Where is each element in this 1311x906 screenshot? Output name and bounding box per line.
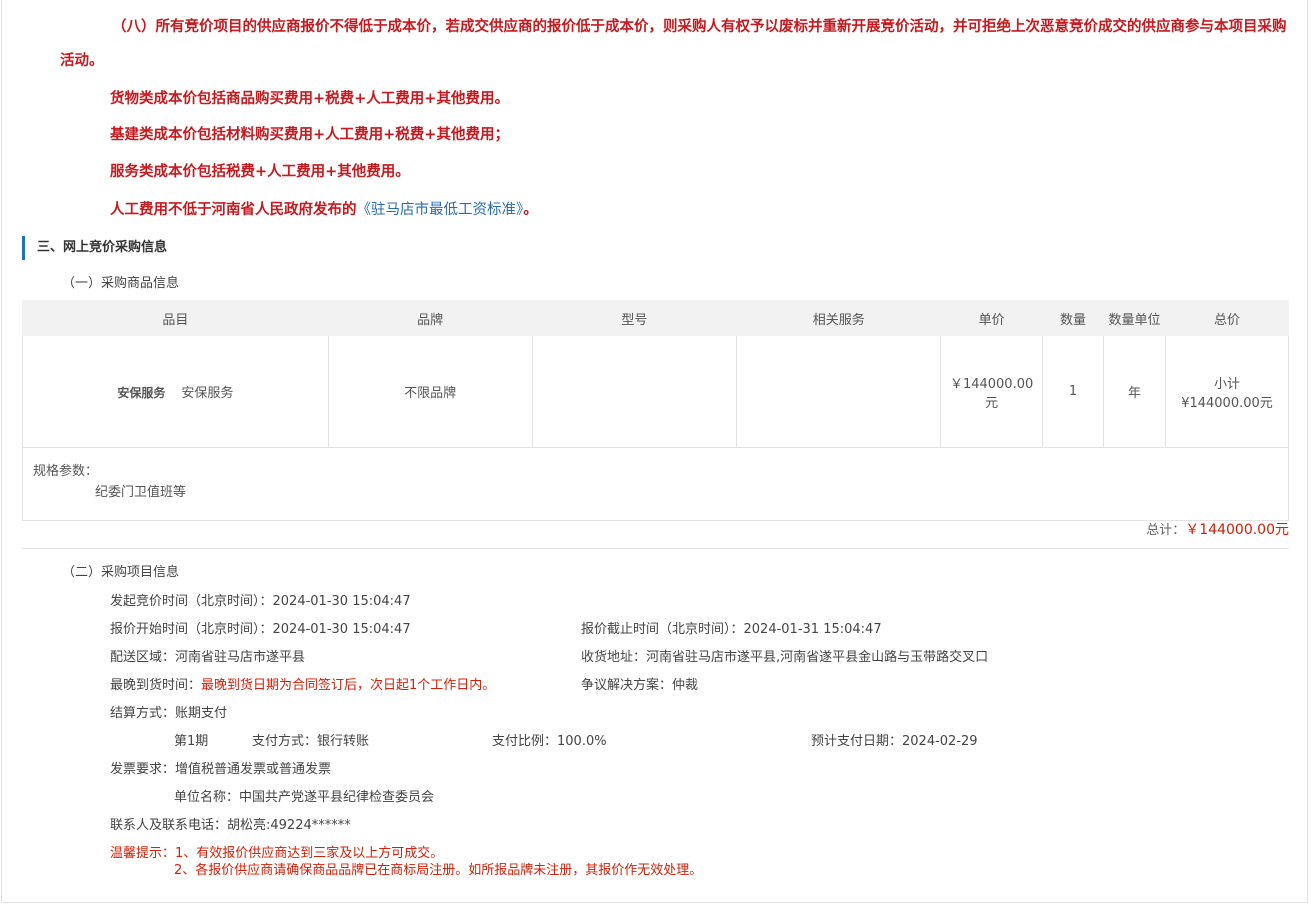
header-brand: 品牌 <box>327 300 533 336</box>
settle-value: 账期支付 <box>175 706 228 721</box>
divider <box>22 548 1289 549</box>
header-unit: 数量单位 <box>1103 300 1166 336</box>
cell-total: 小计 ¥144000.00元 <box>1164 335 1290 448</box>
dispute-value: 仲裁 <box>672 678 699 693</box>
latest-delivery: 最晚到货时间：最晚到货日期为合同签订后，次日起1个工作日内。 <box>110 674 495 693</box>
contact-info: 联系人及联系电话：胡松亮:49224****** <box>110 818 351 833</box>
dispute-label: 争议解决方案： <box>581 678 673 693</box>
cell-spec: 规格参数： 纪委门卫值班等 <box>22 447 1289 521</box>
quote-end-value: 2024-01-31 15:04:47 <box>743 622 882 637</box>
settlement-method: 结算方式：账期支付 <box>110 702 227 721</box>
invoice-value: 增值税普通发票或普通发票 <box>175 762 332 777</box>
cell-unit-price: ￥144000.00 元 <box>940 335 1044 448</box>
pay-method-value: 银行转账 <box>317 734 370 749</box>
cell-brand: 不限品牌 <box>327 335 533 448</box>
subsection-project-title: （二）采购项目信息 <box>62 565 180 580</box>
labor-suffix: 。 <box>523 201 538 218</box>
header-service: 相关服务 <box>736 300 942 336</box>
rule-service-cost: 服务类成本价包括税费+人工费用+其他费用。 <box>110 163 410 180</box>
subtotal-label: 小计 <box>1213 376 1240 392</box>
goods-table: 品目 品牌 型号 相关服务 单价 数量 数量单位 总价 安保服务 安保服务 不限品… <box>22 300 1290 521</box>
tip-label: 温馨提示： <box>110 846 176 861</box>
min-wage-link[interactable]: 《驻马店市最低工资标准》 <box>357 202 524 218</box>
section-title: 三、网上竞价采购信息 <box>22 236 167 260</box>
pay-ratio: 支付比例：100.0% <box>492 734 607 749</box>
pay-method: 支付方式：银行转账 <box>252 730 369 749</box>
quote-end-time: 报价截止时间（北京时间）：2024-01-31 15:04:47 <box>581 618 882 637</box>
rule-item-8: （八）所有竞价项目的供应商报价不得低于成本价，若成交供应商的报价低于成本价，则采… <box>60 18 1287 69</box>
pay-method-label: 支付方式： <box>252 734 318 749</box>
spec-row: 规格参数： 纪委门卫值班等 <box>22 447 1289 521</box>
rule-construction-cost: 基建类成本价包括材料购买费用+人工费用+税费+其他费用； <box>110 126 509 143</box>
quote-start-label: 报价开始时间（北京时间）： <box>110 622 273 637</box>
category-name: 安保服务 <box>181 386 234 401</box>
labor-prefix: 人工费用不低于河南省人民政府发布的 <box>110 201 357 218</box>
latest-delivery-label: 最晚到货时间： <box>110 678 202 693</box>
grand-total: 总计：￥144000.00元 <box>1146 519 1289 539</box>
header-model: 型号 <box>531 300 738 336</box>
total-amount: ￥144000.00元 <box>1185 522 1289 538</box>
cell-category: 安保服务 安保服务 <box>22 335 329 448</box>
subsection-goods-title: （一）采购商品信息 <box>62 276 180 291</box>
category-code: 安保服务 <box>117 386 166 400</box>
delivery-area: 配送区域：河南省驻马店市遂平县 <box>110 650 306 665</box>
bid-start-value: 2024-01-30 15:04:47 <box>272 594 411 609</box>
header-category: 品目 <box>22 300 329 336</box>
header-total: 总价 <box>1164 300 1290 336</box>
settle-label: 结算方式： <box>110 706 176 721</box>
cell-service <box>736 335 942 448</box>
receive-address: 收货地址：河南省驻马店市遂平县,河南省遂平县金山路与玉带路交叉口 <box>581 650 989 665</box>
table-row: 安保服务 安保服务 不限品牌 ￥144000.00 元 1 年 小计 ¥14400… <box>22 335 1290 448</box>
total-label: 总计： <box>1146 523 1186 538</box>
bid-start-label: 发起竞价时间（北京时间）： <box>110 594 273 609</box>
pay-date: 预计支付日期：2024-02-29 <box>811 734 978 749</box>
dispute-resolution: 争议解决方案：仲裁 <box>581 674 698 693</box>
bid-start-time: 发起竞价时间（北京时间）：2024-01-30 15:04:47 <box>110 590 411 609</box>
subtotal-value: ¥144000.00元 <box>1181 395 1273 411</box>
cell-unit: 年 <box>1103 335 1166 448</box>
rule-goods-cost: 货物类成本价包括商品购买费用+税费+人工费用+其他费用。 <box>110 90 509 107</box>
unit-name: 单位名称：中国共产党遂平县纪律检查委员会 <box>174 790 435 805</box>
quote-start-value: 2024-01-30 15:04:47 <box>272 622 411 637</box>
header-unit-price: 单价 <box>940 300 1044 336</box>
cell-model <box>531 335 738 448</box>
invoice-label: 发票要求： <box>110 762 176 777</box>
rule-labor-cost: 人工费用不低于河南省人民政府发布的《驻马店市最低工资标准》。 <box>110 198 538 219</box>
pay-period: 第1期 <box>174 734 209 749</box>
quote-end-label: 报价截止时间（北京时间）： <box>581 622 744 637</box>
table-header-row: 品目 品牌 型号 相关服务 单价 数量 数量单位 总价 <box>22 300 1290 336</box>
invoice-requirement: 发票要求：增值税普通发票或普通发票 <box>110 758 331 777</box>
header-qty: 数量 <box>1042 300 1105 336</box>
spec-value: 纪委门卫值班等 <box>95 485 187 500</box>
cell-qty: 1 <box>1042 335 1105 448</box>
tip-line-2: 2、各报价供应商请确保商品品牌已在商标局注册。如所报品牌未注册，其报价作无效处理… <box>174 863 703 878</box>
spec-label: 规格参数： <box>33 464 99 479</box>
quote-start-time: 报价开始时间（北京时间）：2024-01-30 15:04:47 <box>110 618 411 637</box>
latest-delivery-value: 最晚到货日期为合同签订后，次日起1个工作日内。 <box>201 678 496 693</box>
